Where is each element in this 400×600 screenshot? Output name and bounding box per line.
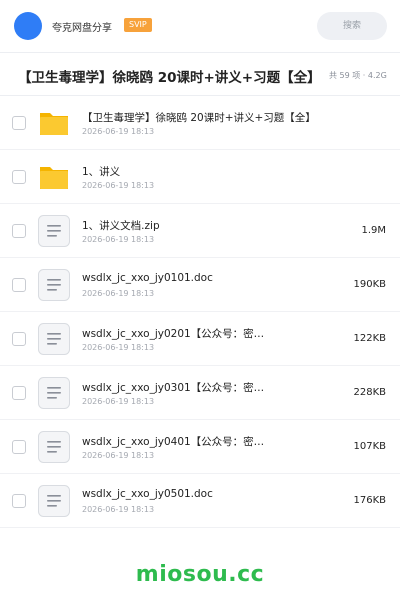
file-date: 2026-06-19 18:13 — [82, 451, 155, 460]
file-name[interactable]: 【卫生毒理学】徐晓鸥 20课时+讲义+习题【全】 — [82, 110, 342, 125]
row-checkbox[interactable] — [12, 116, 26, 130]
document-icon — [38, 269, 70, 301]
file-date: 2026-06-19 18:13 — [82, 343, 155, 352]
file-name[interactable]: wsdlx_jc_xxo_jy0501.doc — [82, 488, 342, 500]
share-summary: 共 59 项 · 4.2G — [329, 71, 387, 80]
file-date: 2026-06-19 18:13 — [82, 127, 155, 136]
folder-icon — [38, 107, 70, 139]
row-checkbox[interactable] — [12, 332, 26, 346]
file-size: 176KB — [353, 495, 386, 506]
avatar[interactable] — [14, 12, 42, 40]
document-icon — [38, 485, 70, 517]
file-date: 2026-06-19 18:13 — [82, 397, 155, 406]
search-input[interactable]: 搜索 — [317, 12, 387, 40]
file-row[interactable]: 【卫生毒理学】徐晓鸥 20课时+讲义+习题【全】 2026-06-19 18:13 — [0, 96, 400, 150]
file-name[interactable]: wsdlx_jc_xxo_jy0401【公众号：密… — [82, 434, 342, 449]
header: 夸克网盘分享 SVIP 搜索 — [0, 0, 400, 52]
search-placeholder: 搜索 — [342, 21, 361, 31]
file-row[interactable]: 1、讲义 2026-06-19 18:13 — [0, 150, 400, 204]
file-size: 122KB — [353, 333, 386, 344]
file-date: 2026-06-19 18:13 — [82, 235, 155, 244]
row-checkbox[interactable] — [12, 224, 26, 238]
file-date: 2026-06-19 18:13 — [82, 289, 155, 298]
file-row[interactable]: wsdlx_jc_xxo_jy0201【公众号：密… 2026-06-19 18:… — [0, 312, 400, 366]
file-row[interactable]: wsdlx_jc_xxo_jy0101.doc 2026-06-19 18:13 1… — [0, 258, 400, 312]
document-icon — [38, 431, 70, 463]
document-icon — [38, 215, 70, 247]
folder-icon — [38, 161, 70, 193]
file-list: 【卫生毒理学】徐晓鸥 20课时+讲义+习题【全】 2026-06-19 18:13… — [0, 96, 400, 528]
app-name: 夸克网盘分享 — [52, 23, 112, 34]
row-checkbox[interactable] — [12, 494, 26, 508]
file-name[interactable]: 1、讲义文档.zip — [82, 218, 342, 233]
file-name[interactable]: wsdlx_jc_xxo_jy0201【公众号：密… — [82, 326, 342, 341]
file-size: 1.9M — [361, 225, 386, 236]
row-checkbox[interactable] — [12, 278, 26, 292]
file-row[interactable]: wsdlx_jc_xxo_jy0401【公众号：密… 2026-06-19 18:… — [0, 420, 400, 474]
file-row[interactable]: 1、讲义文档.zip 2026-06-19 18:13 1.9M — [0, 204, 400, 258]
file-row[interactable]: wsdlx_jc_xxo_jy0301【公众号：密… 2026-06-19 18:… — [0, 366, 400, 420]
share-title-row: 【卫生毒理学】徐晓鸥 20课时+讲义+习题【全】 共 59 项 · 4.2G — [0, 53, 400, 95]
document-icon — [38, 323, 70, 355]
file-name[interactable]: 1、讲义 — [82, 164, 342, 179]
file-date: 2026-06-19 18:13 — [82, 181, 155, 190]
document-icon — [38, 377, 70, 409]
file-date: 2026-06-19 18:13 — [82, 505, 155, 514]
file-size: 107KB — [353, 441, 386, 452]
row-checkbox[interactable] — [12, 386, 26, 400]
file-size: 228KB — [353, 387, 386, 398]
file-size: 190KB — [353, 279, 386, 290]
row-checkbox[interactable] — [12, 440, 26, 454]
svip-badge: SVIP — [124, 18, 152, 32]
watermark: miosou.cc — [135, 562, 265, 587]
file-name[interactable]: wsdlx_jc_xxo_jy0301【公众号：密… — [82, 380, 342, 395]
page-title: 【卫生毒理学】徐晓鸥 20课时+讲义+习题【全】 — [18, 70, 321, 86]
file-name[interactable]: wsdlx_jc_xxo_jy0101.doc — [82, 272, 342, 284]
file-row[interactable]: wsdlx_jc_xxo_jy0501.doc 2026-06-19 18:13 1… — [0, 474, 400, 528]
row-checkbox[interactable] — [12, 170, 26, 184]
